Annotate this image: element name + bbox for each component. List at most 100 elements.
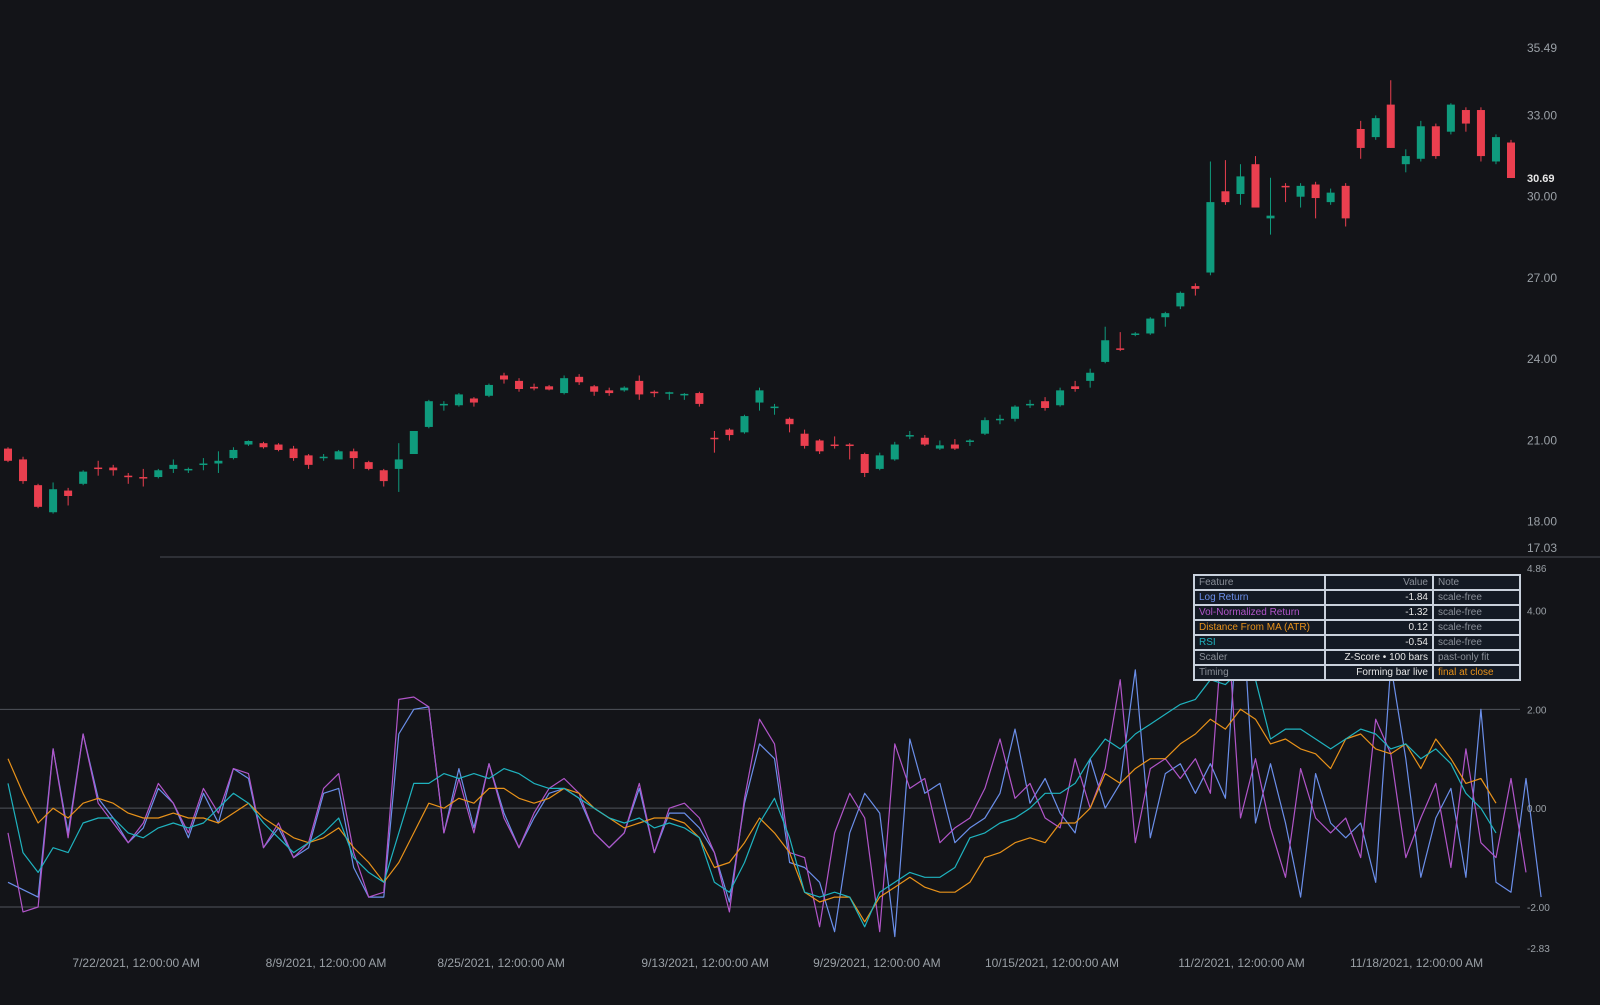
candle	[770, 403, 779, 415]
note-cell: scale-free	[1432, 604, 1521, 621]
candle-body	[515, 380, 524, 390]
price-y-tick-label: 27.00	[1527, 271, 1557, 285]
candle	[169, 459, 178, 473]
candle-body	[605, 390, 614, 394]
candle	[244, 440, 253, 446]
candle-body	[154, 470, 163, 478]
candle-body	[244, 441, 253, 445]
candle	[469, 397, 478, 407]
candle	[1281, 183, 1290, 203]
candle-body	[1131, 333, 1140, 335]
candle-body	[1356, 128, 1365, 148]
candle-body	[635, 380, 644, 395]
candle	[875, 452, 884, 471]
indicator-y-tick-label: 4.00	[1527, 606, 1547, 617]
candle-body	[1176, 292, 1185, 307]
candle	[575, 374, 584, 385]
candle-body	[1026, 403, 1035, 406]
header-feature: Feature	[1193, 574, 1326, 591]
candle-body	[530, 386, 539, 389]
candle	[590, 384, 599, 396]
candle-body	[815, 440, 824, 452]
candle	[289, 445, 298, 461]
candle-body	[950, 444, 959, 449]
indicator-table: Feature Value Note Log Return -1.84 scale-…	[1193, 574, 1521, 681]
candle	[454, 393, 463, 407]
note-cell: past-only fit	[1432, 649, 1521, 666]
candle	[34, 483, 43, 509]
candle	[1161, 311, 1170, 327]
candle	[830, 436, 839, 449]
chart-root: 35.49 33.00 30.00 27.00 24.00 21.00 18.00 17.03…	[0, 0, 1600, 1000]
table-row: Log Return -1.84 scale-free	[1193, 589, 1521, 606]
candle	[1371, 115, 1380, 140]
candle	[1191, 283, 1200, 296]
candle	[740, 414, 749, 434]
value-cell: -1.84	[1324, 589, 1434, 606]
candle	[214, 451, 223, 473]
candle	[1251, 156, 1260, 208]
candle	[650, 390, 659, 398]
candle	[1341, 183, 1350, 227]
chart-canvas[interactable]: 35.49 33.00 30.00 27.00 24.00 21.00 18.00 17.03…	[0, 0, 1600, 1000]
price-y-tick-label: 17.03	[1527, 541, 1557, 555]
candle	[695, 391, 704, 407]
candle-body	[199, 463, 208, 465]
candle-body	[394, 459, 403, 469]
candle-body	[665, 392, 674, 394]
candle-body	[499, 375, 508, 380]
header-value: Value	[1324, 574, 1434, 591]
candle	[560, 375, 569, 395]
candle	[184, 467, 193, 473]
x-tick-label: 11/2/2021, 12:00:00 AM	[1178, 956, 1305, 970]
candle-body	[319, 456, 328, 459]
candle-body	[560, 378, 569, 394]
candle	[1011, 405, 1020, 422]
price-pane	[4, 80, 1515, 514]
candle-body	[830, 444, 839, 447]
candle-body	[1206, 202, 1215, 273]
indicator-y-tick-label: 4.86	[1527, 564, 1547, 575]
series-line	[7, 669, 1497, 928]
candle	[980, 417, 989, 436]
feature-cell: Distance From MA (ATR)	[1193, 619, 1326, 636]
candle	[49, 482, 58, 514]
x-tick-label: 7/22/2021, 12:00:00 AM	[72, 956, 199, 970]
note-cell: scale-free	[1432, 634, 1521, 651]
candle-body	[304, 455, 313, 465]
candle	[319, 454, 328, 461]
candle-body	[1446, 104, 1455, 132]
candle	[124, 472, 133, 484]
candle-body	[1296, 185, 1305, 197]
candle-body	[680, 393, 689, 396]
candle-body	[1401, 156, 1410, 165]
indicator-y-tick-label: -2.00	[1527, 903, 1550, 914]
candle	[349, 448, 358, 469]
candle	[484, 383, 493, 398]
candle-body	[875, 455, 884, 469]
candle	[965, 439, 974, 446]
feature-cell: RSI	[1193, 634, 1326, 651]
candle	[1071, 380, 1080, 392]
candle	[1221, 160, 1230, 205]
candle	[665, 391, 674, 400]
candle	[1236, 164, 1245, 205]
candle-body	[1236, 176, 1245, 194]
candle	[1326, 188, 1335, 205]
candle-body	[755, 390, 764, 403]
candle-body	[379, 470, 388, 482]
feature-cell: Vol-Normalized Return	[1193, 604, 1326, 621]
candle-body	[139, 477, 148, 479]
candle-body	[695, 393, 704, 404]
candle-body	[124, 475, 133, 478]
candle	[1101, 326, 1110, 364]
last-price-label: 30.69	[1527, 173, 1555, 185]
candle	[1431, 123, 1440, 159]
candle	[424, 399, 433, 429]
candle-body	[184, 468, 193, 471]
price-y-tick-label: 21.00	[1527, 433, 1557, 447]
candle-body	[1251, 164, 1260, 208]
candle-body	[94, 467, 103, 470]
candle	[755, 387, 764, 411]
candle-body	[1161, 313, 1170, 318]
